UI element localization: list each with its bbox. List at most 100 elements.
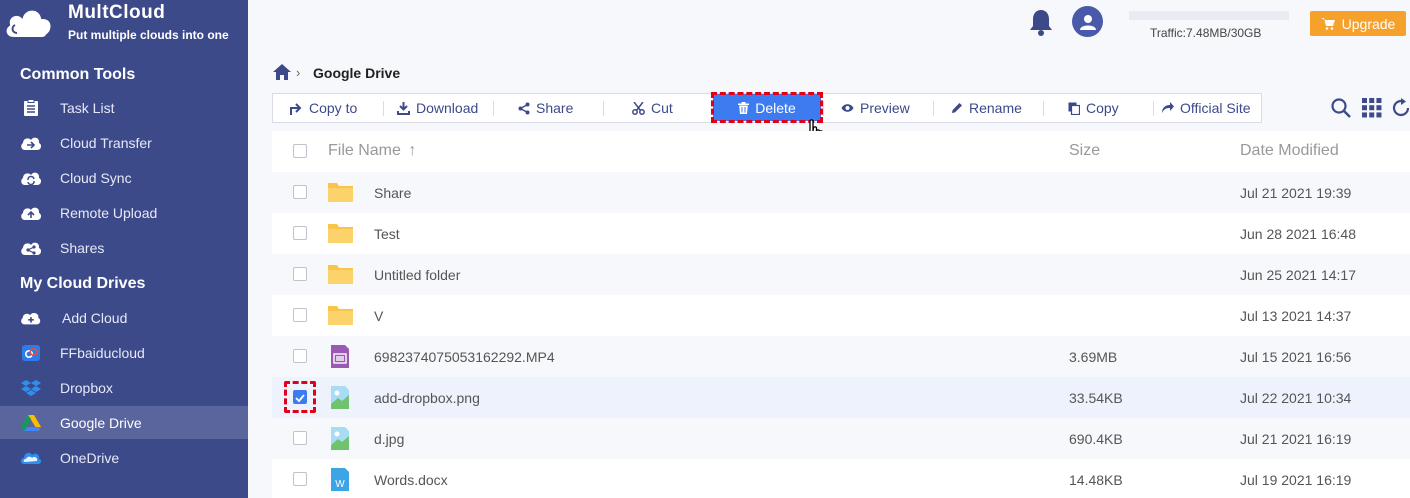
file-size: 14.48KB bbox=[1069, 472, 1123, 488]
google-drive-icon bbox=[20, 412, 42, 434]
grid-view-icon[interactable] bbox=[1362, 98, 1382, 118]
file-name[interactable]: 6982374075053162292.MP4 bbox=[374, 349, 555, 365]
file-date: Jul 15 2021 16:56 bbox=[1240, 349, 1352, 365]
cut-label: Cut bbox=[651, 100, 673, 116]
row-checkbox[interactable] bbox=[293, 226, 307, 240]
delete-button[interactable]: Delete bbox=[711, 92, 823, 123]
row-checkbox[interactable] bbox=[293, 349, 307, 363]
file-name[interactable]: add-dropbox.png bbox=[374, 390, 480, 406]
table-row[interactable]: W Words.docx 14.48KB Jul 19 2021 16:19 bbox=[272, 459, 1410, 498]
rename-button[interactable]: Rename bbox=[951, 94, 1022, 122]
row-checkbox[interactable] bbox=[293, 185, 307, 199]
file-size: 33.54KB bbox=[1069, 390, 1123, 406]
copy-button[interactable]: Copy bbox=[1068, 94, 1119, 122]
cut-button[interactable]: Cut bbox=[632, 94, 673, 122]
share-button[interactable]: Share bbox=[518, 94, 573, 122]
folder-icon bbox=[328, 224, 353, 243]
word-doc-icon: W bbox=[331, 468, 349, 491]
preview-label: Preview bbox=[860, 100, 910, 116]
eye-icon bbox=[841, 104, 854, 112]
refresh-icon[interactable] bbox=[1392, 98, 1410, 118]
svg-text:W: W bbox=[335, 479, 345, 490]
table-row[interactable]: Test Jun 28 2021 16:48 bbox=[272, 213, 1410, 254]
copy-label: Copy bbox=[1086, 100, 1119, 116]
scissors-icon bbox=[632, 101, 645, 115]
sidebar-item-ffbaiducloud[interactable]: FFbaiducloud bbox=[0, 336, 248, 369]
sidebar-item-cloud-transfer[interactable]: Cloud Transfer bbox=[0, 126, 248, 159]
file-name[interactable]: Words.docx bbox=[374, 472, 448, 488]
search-icon[interactable] bbox=[1331, 98, 1351, 118]
file-name[interactable]: Test bbox=[374, 226, 400, 242]
rename-label: Rename bbox=[969, 100, 1022, 116]
preview-button[interactable]: Preview bbox=[841, 94, 910, 122]
traffic-progress-bar bbox=[1129, 11, 1289, 20]
row-checkbox[interactable] bbox=[293, 267, 307, 281]
column-header-size[interactable]: Size bbox=[1069, 142, 1100, 160]
download-label: Download bbox=[416, 100, 479, 116]
toolbar-divider bbox=[493, 101, 494, 116]
folder-icon bbox=[328, 183, 353, 202]
file-size: 690.4KB bbox=[1069, 431, 1123, 447]
sort-arrow-up-icon: ↑ bbox=[408, 142, 417, 159]
file-name[interactable]: V bbox=[374, 308, 383, 324]
file-name[interactable]: d.jpg bbox=[374, 431, 404, 447]
select-all-checkbox[interactable] bbox=[293, 144, 307, 158]
task-list-icon bbox=[20, 97, 42, 119]
cloud-sync-icon bbox=[20, 167, 42, 189]
table-row[interactable]: 6982374075053162292.MP4 3.69MB Jul 15 20… bbox=[272, 336, 1410, 377]
folder-icon bbox=[328, 306, 353, 325]
sidebar-item-label: Dropbox bbox=[60, 379, 113, 396]
cloud-logo-icon bbox=[4, 8, 53, 39]
table-row[interactable]: add-dropbox.png 33.54KB Jul 22 2021 10:3… bbox=[272, 377, 1410, 418]
home-icon[interactable] bbox=[273, 64, 291, 80]
sidebar-item-label: Remote Upload bbox=[60, 204, 158, 221]
file-name[interactable]: Untitled folder bbox=[374, 267, 460, 283]
logo[interactable]: MultCloud Put multiple clouds into one bbox=[0, 0, 248, 50]
toolbar-divider bbox=[1043, 101, 1044, 116]
sidebar-item-google-drive[interactable]: Google Drive bbox=[0, 406, 248, 439]
table-row[interactable]: d.jpg 690.4KB Jul 21 2021 16:19 bbox=[272, 418, 1410, 459]
sidebar-item-label: Cloud Transfer bbox=[60, 134, 152, 151]
share-label: Share bbox=[536, 100, 574, 116]
table-row[interactable]: V Jul 13 2021 14:37 bbox=[272, 295, 1410, 336]
notification-bell-icon[interactable] bbox=[1028, 8, 1054, 36]
copy-to-button[interactable]: Copy to bbox=[289, 94, 357, 122]
video-file-icon bbox=[331, 345, 349, 368]
sidebar-item-label: FFbaiducloud bbox=[60, 344, 145, 361]
row-checkbox[interactable] bbox=[293, 472, 307, 486]
onedrive-icon bbox=[20, 447, 42, 469]
sidebar-item-label: Shares bbox=[60, 239, 105, 256]
file-date: Jun 25 2021 14:17 bbox=[1240, 267, 1356, 283]
official-site-button[interactable]: Official Site bbox=[1161, 94, 1251, 122]
trash-icon bbox=[738, 101, 750, 114]
sidebar-item-shares[interactable]: Shares bbox=[0, 231, 248, 264]
upgrade-button[interactable]: Upgrade bbox=[1310, 11, 1406, 36]
sidebar-item-task-list[interactable]: Task List bbox=[0, 91, 248, 124]
sidebar-item-onedrive[interactable]: OneDrive bbox=[0, 441, 248, 474]
toolbar-divider bbox=[1153, 101, 1154, 116]
column-header-date[interactable]: Date Modified bbox=[1240, 142, 1339, 160]
brand-name: MultCloud bbox=[68, 2, 166, 23]
share-icon bbox=[20, 237, 42, 259]
copy-to-icon bbox=[290, 102, 302, 115]
sidebar-item-remote-upload[interactable]: Remote Upload bbox=[0, 196, 248, 229]
table-row[interactable]: Untitled folder Jun 25 2021 14:17 bbox=[272, 254, 1410, 295]
my-cloud-drives-title: My Cloud Drives bbox=[20, 275, 146, 292]
sidebar-item-cloud-sync[interactable]: Cloud Sync bbox=[0, 161, 248, 194]
row-checkbox[interactable] bbox=[293, 308, 307, 322]
sidebar-item-add-cloud[interactable]: Add Cloud bbox=[0, 301, 248, 334]
row-checkbox[interactable] bbox=[293, 431, 307, 445]
image-file-icon bbox=[331, 386, 349, 409]
folder-icon bbox=[328, 265, 353, 284]
column-header-file-name[interactable]: File Name ↑ bbox=[328, 142, 416, 160]
official-site-label: Official Site bbox=[1180, 100, 1251, 116]
table-row[interactable]: Share Jul 21 2021 19:39 bbox=[272, 172, 1410, 213]
file-date: Jul 19 2021 16:19 bbox=[1240, 472, 1352, 488]
traffic-text: Traffic:7.48MB/30GB bbox=[1150, 26, 1262, 40]
user-icon bbox=[1079, 14, 1096, 30]
user-avatar[interactable] bbox=[1072, 6, 1103, 37]
sidebar-item-dropbox[interactable]: Dropbox bbox=[0, 371, 248, 404]
file-name-header-label: File Name bbox=[328, 142, 401, 159]
file-name[interactable]: Share bbox=[374, 185, 411, 201]
download-button[interactable]: Download bbox=[397, 94, 478, 122]
